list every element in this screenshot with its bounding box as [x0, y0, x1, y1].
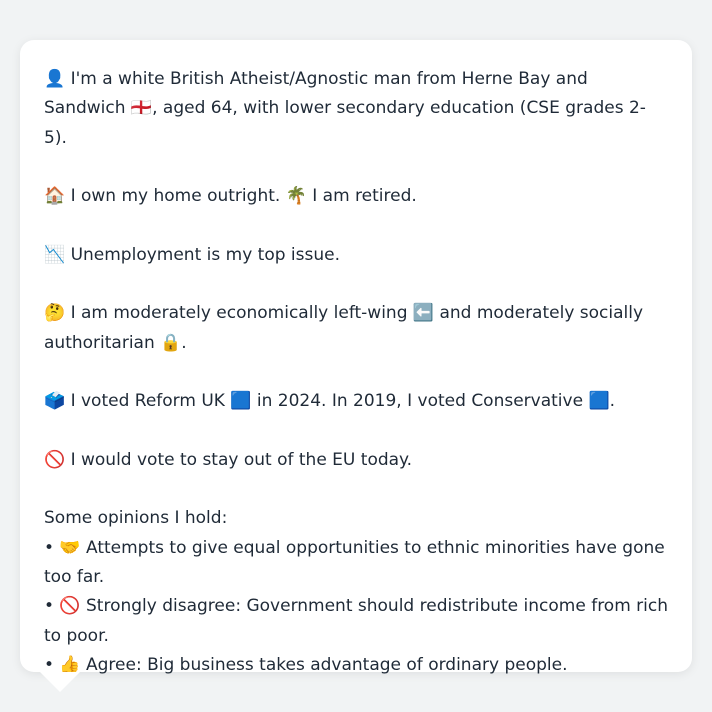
opinion-item: • 🚫 Strongly disagree: Government should… — [44, 596, 669, 646]
eu-text: 🚫 I would vote to stay out of the EU tod… — [44, 449, 413, 470]
ideology-text: 🤔 I am moderately economically left-wing… — [44, 303, 644, 353]
voting-text: 🗳️ I voted Reform UK 🟦 in 2024. In 2019,… — [44, 391, 616, 412]
opinion-item: • 👍 Agree: Big business takes advantage … — [44, 654, 568, 675]
opinions-block: Some opinions I hold: • 🤝 Attempts to gi… — [44, 504, 668, 680]
bubble-tail — [40, 672, 80, 692]
opinion-item: • 🤝 Attempts to give equal opportunities… — [44, 537, 665, 588]
opinions-heading: Some opinions I hold: — [44, 508, 228, 529]
persona-message-bubble: 👤 I'm a white British Atheist/Agnostic m… — [20, 40, 692, 675]
housing-text: 🏠 I own my home outright. 🌴 I am retired… — [44, 186, 417, 207]
top-issue-text: 📉 Unemployment is my top issue. — [44, 244, 340, 265]
identity-text: 👤 I'm a white British Atheist/Agnostic m… — [44, 69, 646, 148]
